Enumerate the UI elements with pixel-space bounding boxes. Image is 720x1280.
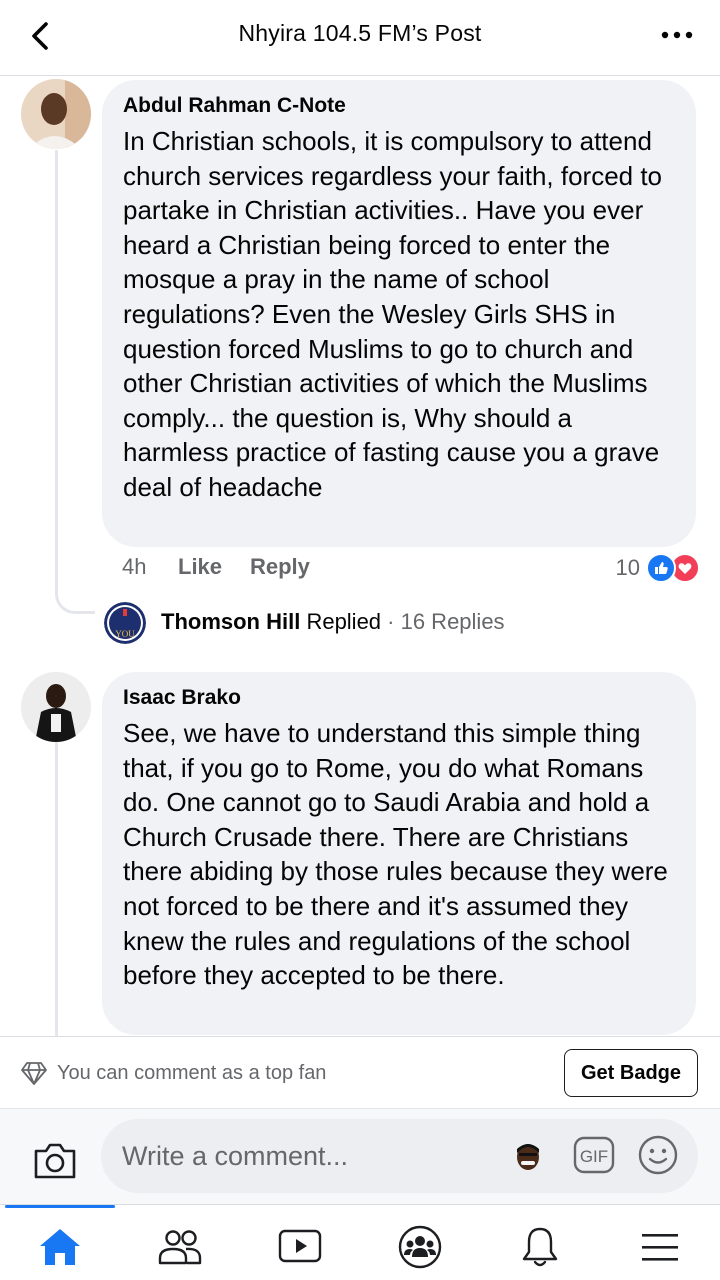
reply-author: Thomson Hill [161, 609, 301, 634]
comment-input-wrapper[interactable]: GIF [101, 1119, 698, 1193]
thread-line [55, 150, 58, 570]
groups-tab[interactable] [365, 1219, 475, 1275]
comment-composer: GIF [0, 1108, 720, 1204]
notifications-icon [522, 1227, 558, 1267]
comment-author[interactable]: Abdul Rahman C-Note [123, 94, 675, 118]
comment-bubble: Isaac Brako See, we have to understand t… [102, 672, 696, 1035]
watch-icon [278, 1229, 322, 1263]
more-horizontal-icon[interactable] [660, 22, 694, 48]
reply-connector [55, 570, 95, 614]
avatar-sticker-icon[interactable] [513, 1141, 543, 1173]
friends-tab[interactable] [125, 1219, 235, 1275]
get-badge-button[interactable]: Get Badge [564, 1049, 698, 1097]
groups-icon [398, 1225, 442, 1269]
reply-action: Replied [300, 609, 382, 634]
avatar[interactable] [21, 672, 91, 742]
camera-icon[interactable] [32, 1139, 78, 1181]
menu-tab[interactable] [605, 1219, 715, 1275]
comment-bubble: Abdul Rahman C-Note In Christian schools… [102, 80, 696, 547]
thread-line [55, 742, 58, 1036]
diamond-icon [21, 1062, 47, 1085]
gif-label: GIF [580, 1147, 608, 1166]
reply-count: · 16 Replies [381, 609, 505, 634]
top-fan-text: You can comment as a top fan [57, 1062, 327, 1084]
comment-author[interactable]: Isaac Brako [123, 686, 675, 710]
friends-icon [158, 1230, 202, 1265]
watch-tab[interactable] [245, 1219, 355, 1275]
emoji-icon[interactable] [637, 1134, 679, 1176]
avatar[interactable] [21, 79, 91, 149]
reply-link[interactable]: Reply [250, 554, 310, 580]
svg-text:YOU: YOU [115, 629, 135, 639]
like-reaction-icon [646, 553, 676, 583]
reaction-count: 10 [615, 555, 640, 580]
comment-text: See, we have to understand this simple t… [123, 718, 668, 991]
home-icon [40, 1229, 80, 1265]
reply-avatar[interactable]: YOU [104, 602, 146, 644]
bottom-navigation [0, 1204, 720, 1280]
view-replies-link[interactable]: Thomson Hill Replied · 16 Replies [161, 609, 505, 635]
gif-icon[interactable]: GIF [573, 1135, 615, 1175]
comment-time: 4h [122, 554, 147, 579]
comment-text: In Christian schools, it is compulsory t… [123, 126, 663, 502]
page-title: Nhyira 104.5 FM’s Post [238, 20, 482, 46]
home-tab[interactable] [5, 1219, 115, 1275]
comment-input[interactable] [122, 1119, 502, 1193]
top-fan-bar: You can comment as a top fan Get Badge [0, 1036, 720, 1108]
reactions-summary[interactable]: 10 [616, 552, 700, 584]
menu-icon [642, 1234, 678, 1261]
active-tab-indicator [5, 1205, 115, 1208]
like-link[interactable]: Like [178, 554, 222, 580]
post-header: Nhyira 104.5 FM’s Post [0, 0, 720, 76]
notifications-tab[interactable] [485, 1219, 595, 1275]
